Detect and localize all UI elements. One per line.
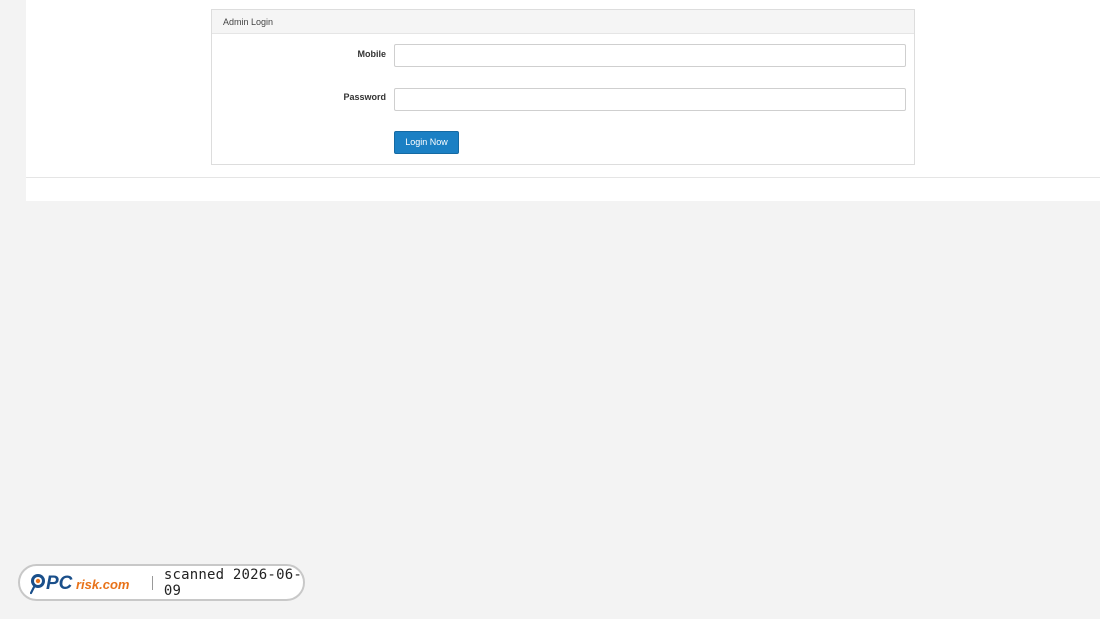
login-now-button[interactable]: Login Now	[394, 131, 459, 154]
password-input[interactable]	[394, 88, 906, 111]
panel-title: Admin Login	[212, 10, 914, 34]
svg-text:risk.com: risk.com	[76, 577, 130, 592]
mobile-label: Mobile	[357, 49, 387, 59]
mobile-input[interactable]	[394, 44, 906, 67]
content-divider	[26, 177, 1100, 178]
svg-text:PC: PC	[46, 573, 73, 594]
pcrisk-logo-icon: PC risk.com	[30, 573, 130, 594]
page-content: Admin Login Mobile Password Login Now	[26, 0, 1100, 201]
watermark-separator	[152, 575, 153, 590]
pcrisk-logo: PC risk.com	[30, 571, 142, 595]
scan-watermark: PC risk.com scanned 2026-06-09	[18, 564, 305, 601]
password-label: Password	[343, 92, 386, 102]
scan-date-text: scanned 2026-06-09	[163, 566, 302, 599]
login-panel: Admin Login Mobile Password Login Now	[211, 9, 915, 165]
